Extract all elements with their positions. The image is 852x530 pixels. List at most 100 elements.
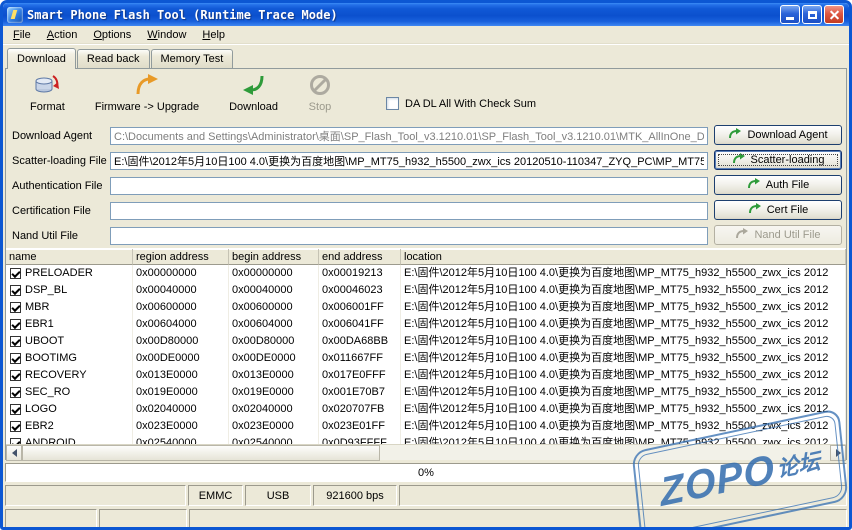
table-row[interactable]: MBR 0x00600000 0x00600000 0x006001FF E:\… <box>6 299 846 316</box>
cell-name: BOOTIMG <box>25 352 77 364</box>
cell-end-address: 0x020707FB <box>319 401 401 418</box>
row-checkbox-checked[interactable] <box>10 387 21 398</box>
row-checkbox-checked[interactable] <box>10 285 21 296</box>
table-row[interactable]: EBR2 0x023E0000 0x023E0000 0x023E01FF E:… <box>6 418 846 435</box>
minimize-button[interactable] <box>780 5 800 24</box>
row-checkbox-checked[interactable] <box>10 370 21 381</box>
row-checkbox-checked[interactable] <box>10 319 21 330</box>
cell-region-address: 0x00000000 <box>133 265 229 282</box>
menu-item-options[interactable]: Options <box>85 28 139 42</box>
titlebar: Smart Phone Flash Tool (Runtime Trace Mo… <box>3 3 849 26</box>
auth-file-side-button[interactable]: Auth File <box>714 175 842 195</box>
table-row[interactable]: BOOTIMG 0x00DE0000 0x00DE0000 0x011667FF… <box>6 350 846 367</box>
scroll-left-button[interactable] <box>6 445 22 461</box>
arrow-right-icon <box>835 449 845 457</box>
arrow-left-icon <box>8 449 17 457</box>
nand-util-side-button[interactable]: Nand Util File <box>714 225 842 245</box>
cell-begin-address: 0x013E0000 <box>229 367 319 384</box>
format-button[interactable]: Format <box>30 73 65 121</box>
cell-begin-address: 0x023E0000 <box>229 418 319 435</box>
horizontal-scrollbar <box>6 444 846 461</box>
file-form: Download Agent Scatter-loading File Auth… <box>6 121 846 248</box>
status-segment-empty <box>399 485 847 506</box>
tab-read-back[interactable]: Read back <box>76 49 150 68</box>
scrollbar-track[interactable] <box>22 445 830 461</box>
scatter-loading-input[interactable] <box>110 151 708 170</box>
row-checkbox-checked[interactable] <box>10 404 21 415</box>
maximize-button[interactable] <box>802 5 822 24</box>
scrollbar-thumb[interactable] <box>22 445 380 461</box>
cell-region-address: 0x02040000 <box>133 401 229 418</box>
download-agent-input[interactable] <box>110 126 708 145</box>
cell-name: EBR2 <box>25 420 54 432</box>
cell-begin-address: 0x02540000 <box>229 435 319 444</box>
table-row[interactable]: ANDROID 0x02540000 0x02540000 0x0D93FFFF… <box>6 435 846 444</box>
download-button[interactable]: Download <box>229 73 278 121</box>
cell-location: E:\固件\2012年5月10日100 4.0\更换为百度地图\MP_MT75_… <box>401 384 846 401</box>
column-header-location[interactable]: location <box>401 249 846 265</box>
cell-name: RECOVERY <box>25 369 87 381</box>
menu-item-action[interactable]: Action <box>39 28 86 42</box>
status-segment-empty <box>5 485 186 506</box>
tab-strip: Download Read back Memory Test <box>3 47 849 69</box>
minimize-icon <box>786 17 794 20</box>
cell-location: E:\固件\2012年5月10日100 4.0\更换为百度地图\MP_MT75_… <box>401 282 846 299</box>
column-header-name[interactable]: name <box>6 249 133 265</box>
green-hook-arrow-icon <box>748 202 762 218</box>
table-row[interactable]: EBR1 0x00604000 0x00604000 0x006041FF E:… <box>6 316 846 333</box>
column-header-end-address[interactable]: end address <box>319 249 401 265</box>
green-hook-arrow-icon <box>728 127 742 143</box>
table-header: name region address begin address end ad… <box>6 248 846 265</box>
table-row[interactable]: LOGO 0x02040000 0x02040000 0x020707FB E:… <box>6 401 846 418</box>
row-checkbox-checked[interactable] <box>10 421 21 432</box>
close-button[interactable] <box>824 5 844 24</box>
tab-download[interactable]: Download <box>7 48 76 69</box>
green-curved-arrow-icon <box>241 73 267 100</box>
row-checkbox-checked[interactable] <box>10 268 21 279</box>
status-segment-empty <box>5 509 97 527</box>
cell-end-address: 0x006001FF <box>319 299 401 316</box>
row-checkbox-checked[interactable] <box>10 302 21 313</box>
menu-item-window[interactable]: Window <box>139 28 194 42</box>
status-segment-empty <box>99 509 187 527</box>
row-checkbox-checked[interactable] <box>10 438 21 444</box>
cell-begin-address: 0x02040000 <box>229 401 319 418</box>
scroll-right-button[interactable] <box>830 445 846 461</box>
cell-end-address: 0x00019213 <box>319 265 401 282</box>
authentication-file-input[interactable] <box>110 176 708 195</box>
status-connection-type: USB <box>245 485 311 506</box>
cell-region-address: 0x02540000 <box>133 435 229 444</box>
column-header-region-address[interactable]: region address <box>133 249 229 265</box>
scatter-loading-side-button[interactable]: Scatter-loading <box>714 150 842 170</box>
status-bar: EMMC USB 921600 bps <box>5 485 847 506</box>
nand-util-file-label: Nand Util File <box>12 229 79 242</box>
download-agent-side-button[interactable]: Download Agent <box>714 125 842 145</box>
table-row[interactable]: UBOOT 0x00D80000 0x00D80000 0x00DA68BB E… <box>6 333 846 350</box>
cell-region-address: 0x019E0000 <box>133 384 229 401</box>
stop-button[interactable]: Stop <box>308 73 332 121</box>
cell-location: E:\固件\2012年5月10日100 4.0\更换为百度地图\MP_MT75_… <box>401 418 846 435</box>
menu-item-help[interactable]: Help <box>194 28 233 42</box>
table-row[interactable]: RECOVERY 0x013E0000 0x013E0000 0x017E0FF… <box>6 367 846 384</box>
cert-file-side-button[interactable]: Cert File <box>714 200 842 220</box>
table-row[interactable]: PRELOADER 0x00000000 0x00000000 0x000192… <box>6 265 846 282</box>
app-icon <box>7 6 23 23</box>
firmware-upgrade-button[interactable]: Firmware -> Upgrade <box>95 73 199 121</box>
download-tab-page: Format Firmware -> Upgrade Download Stop… <box>5 68 847 461</box>
row-checkbox-checked[interactable] <box>10 336 21 347</box>
da-checksum-checkbox[interactable] <box>386 97 399 110</box>
progress-label: 0% <box>418 466 434 479</box>
table-row[interactable]: DSP_BL 0x00040000 0x00040000 0x00046023 … <box>6 282 846 299</box>
column-header-begin-address[interactable]: begin address <box>229 249 319 265</box>
authentication-file-label: Authentication File <box>12 179 103 192</box>
cell-end-address: 0x017E0FFF <box>319 367 401 384</box>
row-checkbox-checked[interactable] <box>10 353 21 364</box>
menu-item-file[interactable]: File <box>5 28 39 42</box>
certification-file-input[interactable] <box>110 201 708 220</box>
nand-util-file-input[interactable] <box>110 226 708 245</box>
table-row[interactable]: SEC_RO 0x019E0000 0x019E0000 0x001E70B7 … <box>6 384 846 401</box>
tab-memory-test[interactable]: Memory Test <box>150 49 234 68</box>
cell-begin-address: 0x00604000 <box>229 316 319 333</box>
cell-name: LOGO <box>25 403 57 415</box>
orange-curved-arrow-icon <box>134 73 160 100</box>
